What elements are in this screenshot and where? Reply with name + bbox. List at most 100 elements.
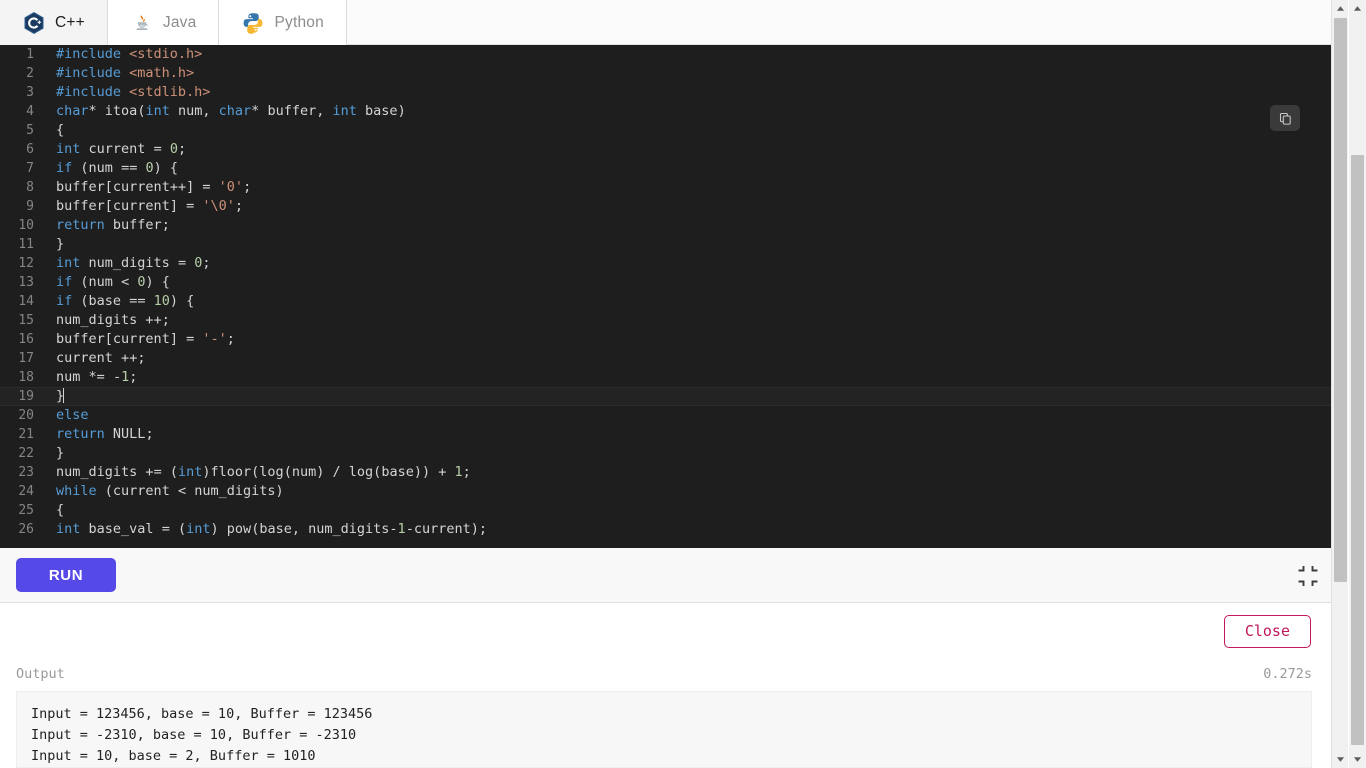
line-content[interactable]: }: [44, 444, 64, 463]
line-content[interactable]: buffer[current++] = '0';: [44, 178, 251, 197]
output-line: Input = -2310, base = 10, Buffer = -2310: [31, 727, 357, 743]
line-number: 2: [26, 66, 34, 81]
code-line[interactable]: 15 num_digits ++;: [0, 311, 1332, 330]
language-tab-bar: C++ Java Python: [0, 0, 1332, 45]
code-lines[interactable]: 1 #include <stdio.h> 2 #include <math.h> 3 #i…: [0, 45, 1332, 539]
code-line[interactable]: 11}: [0, 235, 1332, 254]
line-content[interactable]: current ++;: [44, 349, 145, 368]
inner-scroll-thumb[interactable]: [1334, 18, 1347, 582]
code-line[interactable]: 7 if (num == 0) {: [0, 159, 1332, 178]
line-content[interactable]: num_digits ++;: [44, 311, 170, 330]
code-line[interactable]: 1 #include <stdio.h>: [0, 45, 1332, 64]
line-content[interactable]: num_digits += (int)floor(log(num) / log(…: [44, 463, 471, 482]
line-number: 7: [26, 161, 34, 176]
code-line[interactable]: 16 buffer[current] = '-';: [0, 330, 1332, 349]
line-content[interactable]: char* itoa(int num, char* buffer, int ba…: [44, 102, 406, 121]
copy-code-button[interactable]: [1270, 105, 1300, 131]
code-line[interactable]: 5{: [0, 121, 1332, 140]
line-number: 14: [18, 294, 34, 309]
line-content[interactable]: #include <stdlib.h>: [44, 83, 210, 102]
code-line[interactable]: 24 while (current < num_digits): [0, 482, 1332, 501]
code-line[interactable]: 12 int num_digits = 0;: [0, 254, 1332, 273]
tab-cpp-label: C++: [55, 13, 85, 31]
line-content[interactable]: return buffer;: [44, 216, 170, 235]
code-line[interactable]: 9 buffer[current] = '\0';: [0, 197, 1332, 216]
page-scrollbar[interactable]: [1349, 0, 1366, 768]
line-content[interactable]: if (num < 0) {: [44, 273, 170, 292]
line-number: 15: [18, 313, 34, 328]
code-line[interactable]: 6 int current = 0;: [0, 140, 1332, 159]
code-line[interactable]: 23 num_digits += (int)floor(log(num) / lo…: [0, 463, 1332, 482]
line-content[interactable]: int base_val = (int) pow(base, num_digit…: [44, 520, 487, 539]
line-number: 12: [18, 256, 34, 271]
output-line: Input = 10, base = 2, Buffer = 1010: [31, 748, 316, 764]
code-line[interactable]: 25 {: [0, 501, 1332, 520]
line-number: 11: [18, 237, 34, 252]
code-line[interactable]: 17 current ++;: [0, 349, 1332, 368]
code-line[interactable]: 14 if (base == 10) {: [0, 292, 1332, 311]
inner-scroll-up-arrow[interactable]: [1332, 0, 1349, 17]
line-content[interactable]: }: [44, 235, 64, 254]
line-content[interactable]: int current = 0;: [44, 140, 186, 159]
code-line[interactable]: 20 else: [0, 406, 1332, 425]
line-content[interactable]: int num_digits = 0;: [44, 254, 211, 273]
java-icon: [130, 11, 154, 35]
line-number: 20: [18, 408, 34, 423]
page-scroll-thumb[interactable]: [1351, 155, 1364, 745]
line-content[interactable]: {: [44, 501, 64, 520]
line-content[interactable]: {: [44, 121, 64, 140]
code-line[interactable]: 13 if (num < 0) {: [0, 273, 1332, 292]
line-number: 22: [18, 446, 34, 461]
run-button[interactable]: RUN: [16, 558, 116, 592]
line-content[interactable]: return NULL;: [44, 425, 154, 444]
line-number: 24: [18, 484, 34, 499]
cplusplus-icon: [22, 11, 46, 35]
code-line[interactable]: 22}: [0, 444, 1332, 463]
line-number: 18: [18, 370, 34, 385]
copy-icon: [1279, 112, 1291, 125]
line-content[interactable]: else: [44, 406, 89, 425]
collapse-panel-button[interactable]: [1297, 565, 1319, 587]
tab-python-label: Python: [274, 13, 324, 31]
line-content[interactable]: if (num == 0) {: [44, 159, 178, 178]
chevron-up-icon: [1336, 6, 1345, 11]
code-line[interactable]: 8 buffer[current++] = '0';: [0, 178, 1332, 197]
tab-cpp[interactable]: C++: [0, 0, 108, 45]
line-content[interactable]: num *= -1;: [44, 368, 137, 387]
code-line[interactable]: 2 #include <math.h>: [0, 64, 1332, 83]
line-number: 21: [18, 427, 34, 442]
code-line-active[interactable]: 19}: [0, 387, 1332, 406]
chevron-up-icon: [1353, 6, 1362, 11]
line-content[interactable]: #include <math.h>: [44, 64, 194, 83]
python-icon: [241, 11, 265, 35]
line-number: 6: [26, 142, 34, 157]
line-content[interactable]: while (current < num_digits): [44, 482, 284, 501]
output-console[interactable]: Input = 123456, base = 10, Buffer = 1234…: [16, 691, 1312, 768]
line-number: 13: [18, 275, 34, 290]
tab-java-label: Java: [162, 13, 197, 31]
tab-python[interactable]: Python: [219, 0, 347, 45]
line-number: 10: [18, 218, 34, 233]
close-output-button[interactable]: Close: [1223, 615, 1311, 648]
tab-java[interactable]: Java: [107, 0, 220, 45]
code-line[interactable]: 3 #include <stdlib.h>: [0, 83, 1332, 102]
code-line[interactable]: 21 return NULL;: [0, 425, 1332, 444]
line-content[interactable]: buffer[current] = '-';: [44, 330, 235, 349]
code-editor[interactable]: 1 #include <stdio.h> 2 #include <math.h> 3 #i…: [0, 45, 1332, 548]
inner-scrollbar[interactable]: [1331, 0, 1348, 768]
page-scroll-down-arrow[interactable]: [1349, 751, 1366, 768]
page-scroll-up-arrow[interactable]: [1349, 0, 1366, 17]
line-number: 16: [18, 332, 34, 347]
inner-scroll-down-arrow[interactable]: [1332, 751, 1349, 768]
line-content[interactable]: }: [44, 387, 65, 406]
output-line: Input = 123456, base = 10, Buffer = 1234…: [31, 706, 373, 722]
code-line[interactable]: 4 char* itoa(int num, char* buffer, int b…: [0, 102, 1332, 121]
line-number: 1: [26, 47, 34, 62]
line-content[interactable]: if (base == 10) {: [44, 292, 194, 311]
code-line[interactable]: 26 int base_val = (int) pow(base, num_dig…: [0, 520, 1332, 539]
line-content[interactable]: buffer[current] = '\0';: [44, 197, 243, 216]
code-line[interactable]: 18 num *= -1;: [0, 368, 1332, 387]
code-line[interactable]: 10 return buffer;: [0, 216, 1332, 235]
line-content[interactable]: #include <stdio.h>: [44, 45, 202, 64]
output-panel: Close Output 0.272s Input = 123456, base…: [0, 604, 1332, 768]
